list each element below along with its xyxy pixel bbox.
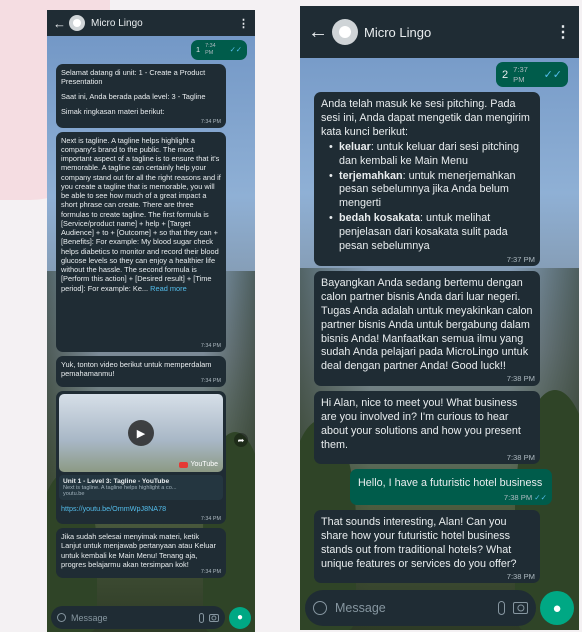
incoming-message[interactable]: Hi Alan, nice to meet you! What business…	[314, 391, 540, 465]
back-arrow-icon[interactable]: ←	[53, 16, 66, 31]
message-time: 7:38 PM	[506, 452, 535, 462]
message-text: Next is tagline. A tagline helps highlig…	[61, 135, 221, 293]
message-time: 7:38 PM ✓✓	[503, 493, 547, 503]
incoming-message[interactable]: Next is tagline. A tagline helps highlig…	[56, 131, 226, 352]
message-placeholder[interactable]: Message	[335, 601, 490, 615]
message-time: 7:37 PM	[513, 65, 528, 84]
incoming-message[interactable]: Anda telah masuk ke sesi pitching. Pada …	[314, 92, 540, 267]
play-icon[interactable]: ▶	[128, 420, 154, 446]
outgoing-message[interactable]: 2 7:37 PM ✓✓	[496, 62, 568, 88]
outgoing-message[interactable]: Hello, I have a futuristic hotel busines…	[350, 469, 552, 506]
left-phone-screen: ← Micro Lingo ⋮ 1 7:34 PM ✓✓ Selamat dat…	[47, 10, 255, 632]
chat-header: ← Micro Lingo ⋮	[300, 6, 579, 58]
youtube-logo: YouTube	[179, 461, 218, 468]
message-text: Hello, I have a futuristic hotel busines…	[358, 477, 543, 490]
message-text: Yuk, tonton video berikut untuk memperda…	[61, 359, 212, 378]
message-time: 7:34 PM	[200, 378, 221, 385]
message-time: 7:37 PM	[506, 254, 535, 264]
outgoing-message[interactable]: 1 7:34 PM ✓✓	[191, 40, 247, 60]
more-options-icon[interactable]: ⋮	[555, 22, 571, 42]
message-text: 1	[196, 45, 201, 55]
message-input-bar: Message ●	[47, 606, 255, 632]
incoming-message[interactable]: Bayangkan Anda sedang bertemu dengan cal…	[314, 271, 540, 387]
forward-icon[interactable]: ➦	[234, 433, 248, 447]
message-text: Jika sudah selesai menyimak materi, keti…	[61, 532, 216, 569]
message-text: Bayangkan Anda sedang bertemu dengan cal…	[321, 277, 533, 373]
chat-header: ← Micro Lingo ⋮	[47, 10, 255, 36]
back-arrow-icon[interactable]: ←	[308, 21, 328, 44]
keyword: terjemahkan	[339, 169, 403, 182]
youtube-link-preview[interactable]: ▶ YouTube Unit 1 - Level 3: Tagline - Yo…	[56, 391, 248, 524]
message-input-bar: Message ●	[300, 590, 579, 630]
emoji-icon[interactable]	[57, 613, 66, 622]
avatar[interactable]	[69, 15, 85, 31]
message-list: 1 7:34 PM ✓✓ Selamat datang di unit: 1 -…	[47, 40, 255, 582]
message-time: 7:38 PM	[506, 571, 535, 581]
microphone-icon[interactable]: ●	[229, 606, 251, 629]
video-title: Unit 1 - Level 3: Tagline - YouTube	[63, 478, 170, 485]
contact-name[interactable]: Micro Lingo	[364, 25, 555, 40]
message-list: 2 7:37 PM ✓✓ Anda telah masuk ke sesi pi…	[300, 62, 579, 588]
video-thumbnail[interactable]: ▶ YouTube	[59, 394, 223, 472]
list-item: • bedah kosakata: untuk melihat penjelasa…	[329, 211, 508, 252]
message-time: 7:34 PM	[200, 516, 221, 522]
link-preview-meta[interactable]: Unit 1 - Level 3: Tagline - YouTube Next…	[59, 475, 223, 500]
list-item: • terjemahkan: untuk menerjemahkan pesan …	[329, 169, 516, 210]
double-check-icon: ✓✓	[229, 45, 242, 55]
attach-icon[interactable]	[498, 601, 505, 615]
list-item: • keluar: untuk keluar dari sesi pitching…	[329, 140, 520, 167]
microphone-icon[interactable]: ●	[540, 591, 574, 625]
message-time: 7:38 PM	[506, 374, 535, 384]
message-input[interactable]: Message	[51, 606, 225, 629]
camera-icon[interactable]	[513, 602, 528, 614]
message-text: That sounds interesting, Alan! Can you s…	[321, 516, 517, 570]
double-check-icon: ✓✓	[543, 68, 562, 81]
message-text: Selamat datang di unit: 1 - Create a Pro…	[61, 67, 206, 86]
keyword: keluar	[339, 140, 371, 153]
incoming-message[interactable]: Selamat datang di unit: 1 - Create a Pro…	[56, 63, 226, 128]
incoming-message[interactable]: That sounds interesting, Alan! Can you s…	[314, 510, 540, 584]
message-text: Hi Alan, nice to meet you! What business…	[321, 397, 521, 451]
right-phone-screen: ← Micro Lingo ⋮ 2 7:37 PM ✓✓ Anda telah …	[300, 6, 579, 630]
message-text: Simak ringkasan materi berikut:	[61, 107, 165, 117]
message-time: 7:34 PM	[205, 43, 216, 56]
keyword: bedah kosakata	[339, 211, 421, 224]
message-text: Anda telah masuk ke sesi pitching. Pada …	[321, 98, 530, 139]
message-text: 2	[502, 68, 509, 81]
emoji-icon[interactable]	[313, 601, 327, 615]
read-more-link[interactable]: Read more	[150, 284, 187, 293]
message-time: 7:34 PM	[200, 342, 221, 349]
incoming-message[interactable]: Yuk, tonton video berikut untuk memperda…	[56, 355, 226, 387]
message-placeholder[interactable]: Message	[71, 613, 194, 623]
message-time: 7:34 PM	[200, 118, 221, 125]
double-check-icon: ✓✓	[534, 493, 547, 503]
incoming-message[interactable]: Jika sudah selesai menyimak materi, keti…	[56, 528, 226, 578]
keyword-list: • keluar: untuk keluar dari sesi pitching…	[321, 141, 533, 254]
camera-icon[interactable]	[209, 613, 219, 622]
avatar[interactable]	[332, 19, 358, 45]
video-link[interactable]: https://youtu.be/OmmWpJ8NA78	[59, 500, 223, 521]
video-domain: youtu.be	[63, 491, 85, 497]
attach-icon[interactable]	[199, 612, 204, 623]
message-text: Saat ini, Anda berada pada level: 3 - Ta…	[61, 92, 206, 101]
message-time: 7:34 PM	[200, 569, 221, 576]
contact-name[interactable]: Micro Lingo	[91, 18, 238, 29]
message-input[interactable]: Message	[305, 590, 536, 626]
more-options-icon[interactable]: ⋮	[238, 17, 249, 30]
